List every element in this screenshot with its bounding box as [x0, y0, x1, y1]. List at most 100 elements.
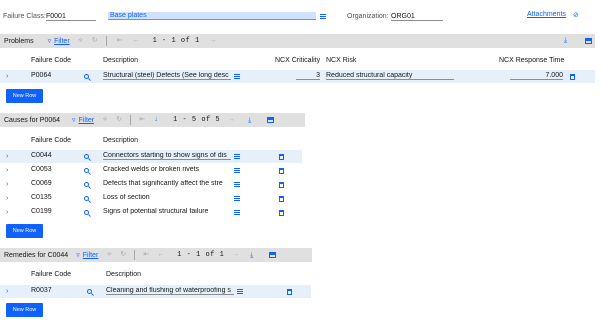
new-row-button[interactable]: New Row [6, 224, 43, 238]
remedies-filter-button[interactable]: ▿ Filter [76, 251, 99, 260]
search-icon[interactable] [84, 168, 89, 173]
table-row[interactable]: › C0069 Defects that significantly affec… [0, 178, 302, 191]
failure-code-cell[interactable]: C0069 [31, 180, 52, 187]
delete-icon[interactable] [279, 182, 284, 188]
download-icon[interactable]: ⤓ [248, 117, 255, 124]
failure-code-cell[interactable]: C0199 [31, 208, 52, 215]
description-cell[interactable]: Defects that significantly affect the st… [103, 180, 231, 187]
delete-icon[interactable] [287, 289, 292, 295]
toggle-pane-icon[interactable] [585, 38, 592, 44]
criticality-cell[interactable]: 3 [296, 72, 320, 80]
next-page-icon[interactable]: → [232, 251, 239, 258]
remedies-title: Remedies for C0044 [4, 251, 69, 259]
download-icon[interactable]: ⤓ [250, 252, 257, 259]
search-icon[interactable] [84, 74, 89, 79]
table-row[interactable]: › R0037 Cleaning and flushing of waterpr… [0, 285, 311, 298]
causes-col-description: Description [103, 137, 139, 144]
previous-page-icon[interactable]: ← [157, 251, 164, 258]
failure-code-cell[interactable]: P0064 [31, 72, 51, 79]
table-row[interactable]: › C0135 Loss of section [0, 192, 302, 205]
failure-code-cell[interactable]: C0135 [31, 194, 52, 201]
reset-icon[interactable]: ↻ [116, 116, 122, 123]
failure-class-description-field[interactable]: Base plates [108, 12, 316, 20]
description-cell[interactable]: Cracked welds or broken rivets [103, 166, 231, 173]
expand-row-icon[interactable]: › [6, 153, 8, 160]
remedies-filter-label: Filter [82, 251, 99, 259]
description-cell[interactable]: Signs of potential structural failure [103, 208, 231, 215]
failure-code-cell[interactable]: C0053 [31, 166, 52, 173]
delete-icon[interactable] [279, 154, 284, 160]
expand-row-icon[interactable]: › [6, 167, 8, 174]
clear-filter-icon[interactable]: ⟡ [78, 37, 84, 44]
table-row[interactable]: › C0053 Cracked welds or broken rivets [0, 164, 302, 177]
sort-down-icon[interactable]: ↓ [153, 116, 159, 123]
failure-code-cell[interactable]: C0044 [31, 152, 52, 159]
reset-icon[interactable]: ↻ [92, 37, 98, 44]
table-row[interactable]: › P0064 Structural (steel) Defects (See … [0, 70, 595, 83]
search-icon[interactable] [84, 196, 89, 201]
failure-code-cell[interactable]: R0037 [31, 287, 52, 294]
long-description-icon[interactable] [234, 196, 240, 201]
problems-filter-button[interactable]: ▿ Filter [48, 37, 70, 46]
expand-row-icon[interactable]: › [6, 73, 8, 80]
description-cell[interactable]: Connectors starting to show signs of dis [103, 152, 231, 160]
previous-page-icon[interactable]: ← [133, 37, 140, 44]
description-cell[interactable]: Cleaning and flushing of waterproofing s [106, 287, 234, 295]
new-row-button[interactable]: New Row [6, 303, 43, 317]
search-icon[interactable] [84, 210, 89, 215]
description-cell[interactable]: Loss of section [103, 194, 231, 201]
problems-col-criticality: NCX Criticality [275, 57, 321, 64]
next-page-icon[interactable]: → [228, 116, 235, 123]
delete-icon[interactable] [279, 210, 284, 216]
clear-filter-icon[interactable]: ⟡ [106, 251, 112, 258]
remedies-col-failure-code: Failure Code [31, 271, 72, 278]
delete-icon[interactable] [279, 196, 284, 202]
problems-col-response-time: NCX Response Time [499, 57, 565, 64]
long-description-icon[interactable] [234, 168, 240, 173]
delete-icon[interactable] [279, 168, 284, 174]
problems-filter-label: Filter [54, 37, 70, 45]
causes-filter-button[interactable]: ▿ Filter [72, 116, 95, 125]
remedies-col-description: Description [106, 271, 142, 278]
toolbar-divider [105, 36, 107, 46]
first-page-icon[interactable]: ⇤ [143, 251, 149, 258]
long-description-icon[interactable] [234, 210, 240, 215]
organization-field[interactable]: ORG01 [391, 13, 443, 21]
attachments-link[interactable]: Attachments [527, 11, 566, 18]
search-icon[interactable] [87, 289, 92, 294]
delete-icon[interactable] [570, 74, 575, 80]
toolbar-divider [134, 250, 136, 260]
table-row[interactable]: › C0044 Connectors starting to show sign… [0, 150, 302, 163]
first-page-icon[interactable]: ⇤ [117, 37, 123, 44]
problems-title: Problems [4, 37, 34, 45]
new-row-button[interactable]: New Row [6, 89, 43, 103]
risk-cell[interactable]: Reduced structural capacity [326, 72, 454, 80]
clear-filter-icon[interactable]: ⟡ [102, 116, 108, 123]
search-icon[interactable] [84, 154, 89, 159]
expand-row-icon[interactable]: › [6, 195, 8, 202]
long-description-icon[interactable] [234, 74, 240, 79]
description-cell[interactable]: Structural (steel) Defects (See long des… [103, 72, 231, 80]
first-page-icon[interactable]: ⇤ [139, 116, 145, 123]
causes-filter-label: Filter [78, 116, 95, 124]
long-description-icon[interactable] [237, 289, 243, 294]
table-row[interactable]: › C0199 Signs of potential structural fa… [0, 206, 302, 219]
next-page-icon[interactable]: → [210, 37, 217, 44]
causes-pagination: 1 - 5 of 5 [173, 116, 221, 124]
long-description-icon[interactable] [320, 14, 326, 19]
problems-col-description: Description [103, 57, 139, 64]
expand-row-icon[interactable]: › [6, 181, 8, 188]
attachment-icon[interactable]: ⊘ [573, 11, 579, 19]
expand-row-icon[interactable]: › [6, 209, 8, 216]
toggle-pane-icon[interactable] [269, 252, 277, 258]
long-description-icon[interactable] [234, 154, 240, 159]
search-icon[interactable] [84, 182, 89, 187]
response-time-cell[interactable]: 7.000 [510, 72, 563, 80]
failure-class-field[interactable]: F0001 [46, 13, 96, 21]
long-description-icon[interactable] [234, 182, 240, 187]
problems-col-failure-code: Failure Code [31, 57, 72, 64]
download-icon[interactable]: ⤓ [564, 37, 571, 44]
reset-icon[interactable]: ↻ [120, 251, 126, 258]
expand-row-icon[interactable]: › [6, 288, 8, 295]
toggle-pane-icon[interactable] [267, 117, 275, 123]
